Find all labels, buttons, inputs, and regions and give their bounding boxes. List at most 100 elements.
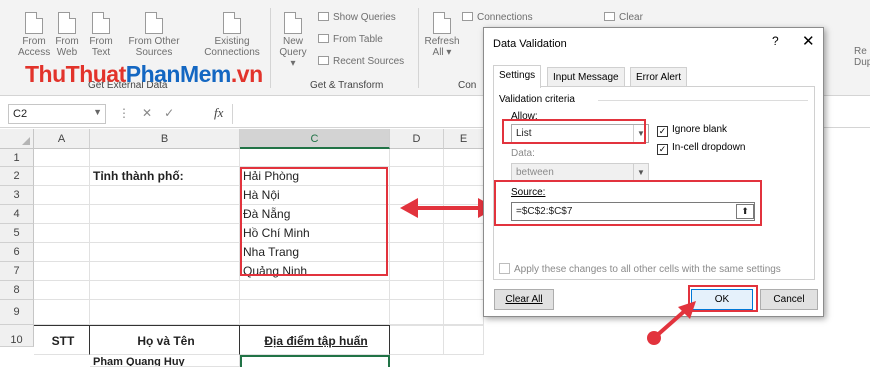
cell-d9[interactable]: [390, 300, 444, 325]
validation-criteria-label: Validation criteria: [499, 94, 575, 105]
help-icon[interactable]: ?: [772, 34, 779, 48]
cell-c8[interactable]: [240, 281, 390, 300]
tab-settings[interactable]: Settings: [493, 65, 542, 88]
row-header-2[interactable]: 2: [0, 167, 34, 186]
refresh-all-button[interactable]: Refresh All ▾: [424, 12, 460, 58]
cell-d7[interactable]: [390, 262, 444, 281]
ignore-blank-checkbox[interactable]: ✓ Ignore blank: [657, 124, 727, 137]
cell-d2[interactable]: [390, 167, 444, 186]
data-label: Data:: [511, 148, 535, 159]
cell-d6[interactable]: [390, 243, 444, 262]
highlight-source-box: [494, 180, 762, 226]
from-web-button[interactable]: From Web: [52, 12, 82, 58]
cell-d5[interactable]: [390, 224, 444, 243]
cell-b2[interactable]: Tỉnh thành phố:: [90, 167, 240, 186]
cell-c10[interactable]: Địa điểm tập huấn: [240, 325, 390, 355]
cell-d8[interactable]: [390, 281, 444, 300]
cell-a10[interactable]: STT: [34, 325, 90, 355]
highlight-range-box: [240, 167, 388, 276]
cell-e2[interactable]: [444, 167, 484, 186]
row-header-1[interactable]: 1: [0, 149, 34, 167]
cell-a7[interactable]: [34, 262, 90, 281]
cell-a6[interactable]: [34, 243, 90, 262]
from-table-button[interactable]: From Table: [318, 34, 383, 45]
clear-filter-button[interactable]: Clear: [604, 12, 643, 23]
cell-e7[interactable]: [444, 262, 484, 281]
name-box[interactable]: C2 ▼: [8, 104, 106, 124]
close-icon[interactable]: ✕: [802, 32, 815, 50]
remove-duplicates-cut[interactable]: Re Dup: [854, 46, 870, 68]
cell-c1[interactable]: [240, 149, 390, 167]
cell-e10[interactable]: [444, 325, 484, 355]
row-header-5[interactable]: 5: [0, 224, 34, 243]
cell-e1[interactable]: [444, 149, 484, 167]
cell-b10[interactable]: Họ và Tên: [90, 325, 240, 355]
column-header-c[interactable]: C: [240, 129, 390, 149]
formula-input[interactable]: [232, 104, 492, 124]
cell-a5[interactable]: [34, 224, 90, 243]
cell-b7[interactable]: [90, 262, 240, 281]
more-icon: ⋮: [118, 106, 142, 120]
row-header-10[interactable]: 10: [0, 325, 34, 347]
show-queries-button[interactable]: Show Queries: [318, 12, 396, 23]
enter-icon[interactable]: ✓: [164, 106, 186, 120]
cell-d10[interactable]: [390, 325, 444, 355]
cell-a2[interactable]: [34, 167, 90, 186]
row-header-4[interactable]: 4: [0, 205, 34, 224]
connections-file-icon: [223, 12, 241, 34]
from-text-button[interactable]: From Text: [86, 12, 116, 58]
cell-b1[interactable]: [90, 149, 240, 167]
cell-e5[interactable]: [444, 224, 484, 243]
row-header-7[interactable]: 7: [0, 262, 34, 281]
active-cell-outline: [240, 355, 390, 367]
show-queries-icon: [318, 12, 329, 21]
row-header-3[interactable]: 3: [0, 186, 34, 205]
apply-all-checkbox[interactable]: Apply these changes to all other cells w…: [499, 263, 781, 275]
row-header-9[interactable]: 9: [0, 300, 34, 325]
cell-a8[interactable]: [34, 281, 90, 300]
column-header-e[interactable]: E: [444, 129, 484, 149]
column-header-d[interactable]: D: [390, 129, 444, 149]
clear-filter-icon: [604, 12, 615, 21]
select-all-corner[interactable]: [0, 129, 34, 149]
cell-a3[interactable]: [34, 186, 90, 205]
row-header-6[interactable]: 6: [0, 243, 34, 262]
web-icon: [58, 12, 76, 34]
from-other-sources-button[interactable]: From Other Sources: [120, 12, 188, 58]
cell-a4[interactable]: [34, 205, 90, 224]
insert-function-button[interactable]: fx: [214, 105, 223, 121]
cell-e9[interactable]: [444, 300, 484, 325]
column-header-a[interactable]: A: [34, 129, 90, 149]
cell-b6[interactable]: [90, 243, 240, 262]
cell-b3[interactable]: [90, 186, 240, 205]
column-header-b[interactable]: B: [90, 129, 240, 149]
from-access-button[interactable]: From Access: [18, 12, 50, 58]
cell-a9[interactable]: [34, 300, 90, 325]
tab-error-alert[interactable]: Error Alert: [630, 67, 688, 87]
checkbox-checked-icon: ✓: [657, 126, 668, 137]
checkbox-checked-icon: ✓: [657, 144, 668, 155]
cell-d1[interactable]: [390, 149, 444, 167]
cell-a1[interactable]: [34, 149, 90, 167]
cell-b11[interactable]: Phạm Quang Huy: [90, 355, 240, 367]
cell-b5[interactable]: [90, 224, 240, 243]
cell-e8[interactable]: [444, 281, 484, 300]
cell-e6[interactable]: [444, 243, 484, 262]
cell-b8[interactable]: [90, 281, 240, 300]
in-cell-dropdown-checkbox[interactable]: ✓ In-cell dropdown: [657, 142, 745, 155]
cancel-button[interactable]: Cancel: [760, 289, 818, 310]
tab-input-message[interactable]: Input Message: [547, 67, 625, 87]
new-query-button[interactable]: New Query ▾: [276, 12, 310, 69]
cell-b4[interactable]: [90, 205, 240, 224]
text-file-icon: [92, 12, 110, 34]
cancel-icon[interactable]: ✕: [142, 106, 164, 120]
connections-icon: [462, 12, 473, 21]
connections-button[interactable]: Connections: [462, 12, 533, 23]
row-header-8[interactable]: 8: [0, 281, 34, 300]
clear-all-button[interactable]: Clear All: [494, 289, 554, 310]
cell-c9[interactable]: [240, 300, 390, 325]
recent-sources-button[interactable]: Recent Sources: [318, 56, 404, 67]
cell-b9[interactable]: [90, 300, 240, 325]
existing-connections-button[interactable]: Existing Connections: [202, 12, 262, 58]
chevron-down-icon[interactable]: ▼: [93, 107, 102, 117]
